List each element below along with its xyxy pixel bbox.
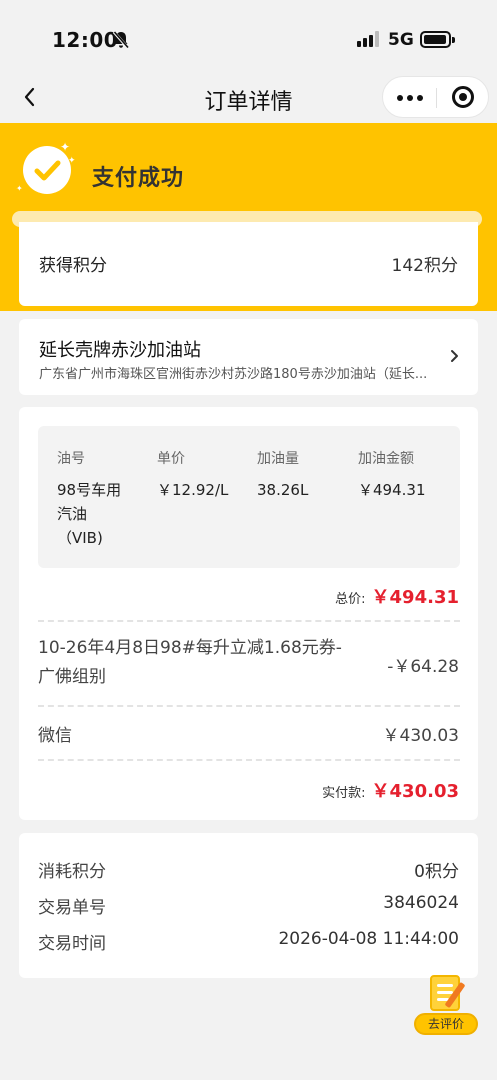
fuel-unit-price: ￥12.92/L (157, 481, 229, 499)
paid-amount: ￥430.03 (371, 781, 459, 802)
payment-status: 支付成功 (92, 166, 185, 191)
fuel-header-grade: 油号 (57, 451, 85, 467)
status-time: 12:00 (52, 28, 119, 52)
transaction-id-label: 交易单号 (38, 898, 106, 918)
bell-mute-icon (113, 31, 129, 49)
points-earned-card: 获得积分 142积分 (19, 222, 478, 306)
payment-amount: ￥430.03 (382, 726, 459, 746)
divider (38, 620, 460, 622)
fuel-header-unit-price: 单价 (157, 451, 185, 467)
coupon-discount-amount: -￥64.28 (387, 657, 459, 677)
fuel-header-amount: 加油金额 (358, 451, 414, 467)
points-used-value: 0积分 (414, 862, 459, 882)
close-ring-icon[interactable] (452, 86, 474, 108)
order-card: 油号 单价 加油量 加油金额 98号车用 汽油 （VIB) ￥12.92/L 3… (19, 407, 478, 820)
total-price-line: 总价: ￥494.31 (335, 583, 459, 609)
fuel-grade-line: 汽油 (57, 505, 88, 523)
station-name: 延长壳牌赤沙加油站 (39, 340, 201, 361)
fuel-grade: 98号车用 汽油 （VIB) (57, 478, 147, 550)
nav-bar: 订单详情 (0, 72, 497, 122)
sparkle-icon: ✦ (60, 140, 71, 154)
fuel-grade-line: 98号车用 (57, 481, 122, 499)
fuel-volume: 38.26L (257, 481, 309, 499)
review-button[interactable]: 去评价 (414, 973, 480, 1037)
battery-icon (420, 31, 455, 48)
station-card[interactable]: 延长壳牌赤沙加油站 广东省广州市海珠区官洲街赤沙村苏沙路180号赤沙加油站（延长… (19, 319, 478, 395)
paid-line: 实付款: ￥430.03 (322, 777, 459, 803)
status-bar: 12:00 5G (0, 0, 497, 80)
total-price-amount: ￥494.31 (371, 587, 459, 608)
divider (38, 759, 460, 761)
coupon-description: 10-26年4月8日98#每升立减1.68元券-广佛组别 (38, 638, 342, 687)
fuel-amount: ￥494.31 (358, 481, 426, 499)
fuel-table: 油号 单价 加油量 加油金额 98号车用 汽油 （VIB) ￥12.92/L 3… (38, 426, 460, 568)
fuel-grade-line: （VIB) (57, 529, 103, 547)
capsule-divider (436, 88, 437, 108)
network-label: 5G (388, 30, 414, 50)
transaction-info-card: 消耗积分 0积分 交易单号 3846024 交易时间 2026-04-08 11… (19, 833, 478, 978)
sparkle-icon: ✦ (68, 156, 76, 166)
paid-label: 实付款: (322, 786, 366, 801)
transaction-id-value: 3846024 (383, 893, 459, 913)
more-dots-icon[interactable] (397, 85, 425, 109)
payment-method: 微信 (38, 726, 72, 746)
station-address: 广东省广州市海珠区官洲街赤沙村苏沙路180号赤沙加油站（延长... (39, 367, 428, 382)
transaction-time-value: 2026-04-08 11:44:00 (278, 929, 459, 949)
signal-icon (357, 31, 379, 47)
chevron-right-icon (451, 350, 458, 362)
points-earned-value: 142积分 (391, 256, 458, 276)
transaction-time-label: 交易时间 (38, 934, 106, 954)
fuel-header-volume: 加油量 (257, 451, 299, 467)
total-price-label: 总价: (335, 592, 366, 607)
points-earned-label: 获得积分 (39, 256, 107, 276)
divider (38, 705, 460, 707)
review-label: 去评价 (414, 1013, 478, 1035)
mini-program-capsule (382, 76, 489, 118)
sparkle-icon: ✦ (16, 184, 23, 193)
points-used-label: 消耗积分 (38, 862, 106, 882)
